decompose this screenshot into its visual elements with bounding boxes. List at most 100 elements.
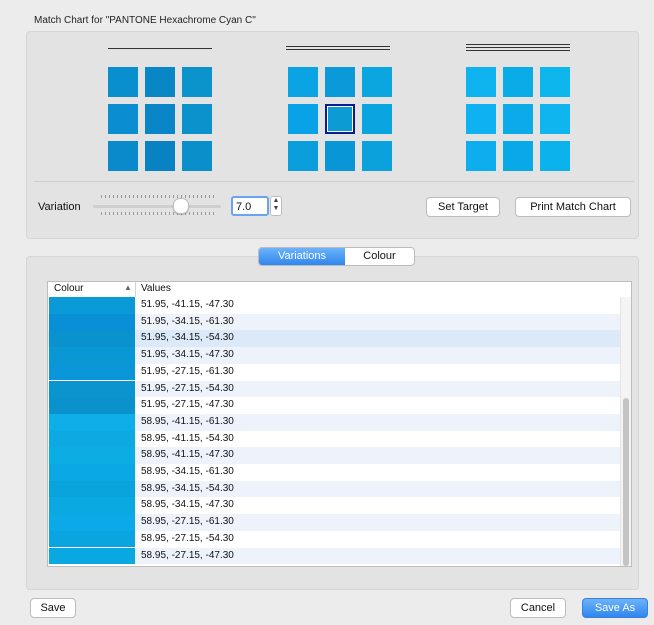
variation-swatch[interactable] bbox=[503, 67, 533, 97]
values-cell: 51.95, -34.15, -61.30 bbox=[141, 315, 234, 327]
column-header-values[interactable]: Values bbox=[141, 283, 171, 294]
save-as-button[interactable]: Save As bbox=[582, 598, 648, 618]
values-cell: 51.95, -41.15, -47.30 bbox=[141, 299, 234, 310]
colour-swatch-cell bbox=[49, 297, 135, 314]
colour-swatch-cell bbox=[49, 380, 135, 398]
sort-ascending-icon: ▲ bbox=[124, 283, 132, 292]
table-row[interactable]: 58.95, -41.15, -47.30 bbox=[48, 447, 620, 464]
column-divider bbox=[135, 282, 136, 297]
table-row[interactable]: 51.95, -27.15, -47.30 bbox=[48, 397, 620, 414]
variation-slider[interactable] bbox=[93, 205, 221, 208]
colour-swatch-cell bbox=[49, 497, 135, 515]
colour-swatch-cell bbox=[49, 547, 135, 565]
colour-swatch-cell bbox=[49, 514, 135, 531]
values-cell: 58.95, -34.15, -61.30 bbox=[141, 466, 234, 477]
variation-swatch[interactable] bbox=[325, 67, 355, 97]
chart-mid-lines bbox=[286, 46, 390, 52]
view-segmented-control[interactable]: Variations Colour bbox=[258, 247, 415, 266]
variation-swatch[interactable] bbox=[466, 67, 496, 97]
variation-label: Variation bbox=[38, 201, 81, 213]
variation-swatch[interactable] bbox=[325, 141, 355, 171]
table-row[interactable]: 58.95, -41.15, -61.30 bbox=[48, 413, 620, 431]
table-row[interactable]: 58.95, -34.15, -47.30 bbox=[48, 497, 620, 515]
page-title: Match Chart for "PANTONE Hexachrome Cyan… bbox=[34, 15, 256, 26]
save-button[interactable]: Save bbox=[30, 598, 76, 618]
variation-swatch[interactable] bbox=[540, 67, 570, 97]
target-swatch[interactable] bbox=[325, 104, 355, 134]
variation-stepper[interactable]: ▲ ▼ bbox=[270, 196, 282, 216]
colour-swatch-cell bbox=[49, 330, 135, 348]
variation-field[interactable]: 7.0 bbox=[231, 196, 269, 216]
variation-swatch[interactable] bbox=[540, 141, 570, 171]
variation-swatch[interactable] bbox=[503, 104, 533, 134]
variation-swatch[interactable] bbox=[466, 141, 496, 171]
values-cell: 51.95, -27.15, -47.30 bbox=[141, 399, 234, 411]
variation-swatch[interactable] bbox=[108, 141, 138, 171]
slider-ticks-bottom bbox=[101, 212, 217, 215]
variation-swatch[interactable] bbox=[182, 141, 212, 171]
variation-swatch[interactable] bbox=[362, 67, 392, 97]
values-cell: 58.95, -34.15, -54.30 bbox=[141, 482, 234, 494]
colour-swatch-cell bbox=[49, 464, 135, 481]
table-row[interactable]: 58.95, -27.15, -54.30 bbox=[48, 530, 620, 548]
values-cell: 58.95, -41.15, -47.30 bbox=[141, 449, 234, 461]
colour-swatch-cell bbox=[49, 347, 135, 364]
table-row[interactable]: 51.95, -34.15, -54.30 bbox=[48, 330, 620, 348]
values-cell: 51.95, -34.15, -54.30 bbox=[141, 332, 234, 344]
table-row[interactable]: 51.95, -27.15, -61.30 bbox=[48, 363, 620, 381]
slider-knob[interactable] bbox=[173, 198, 189, 214]
table-row[interactable]: 58.95, -34.15, -54.30 bbox=[48, 480, 620, 498]
colour-swatch-cell bbox=[49, 480, 135, 498]
variation-swatch[interactable] bbox=[108, 104, 138, 134]
values-cell: 58.95, -41.15, -54.30 bbox=[141, 432, 234, 444]
scrollbar-thumb[interactable] bbox=[623, 398, 629, 566]
variation-swatch[interactable] bbox=[362, 141, 392, 171]
panel-separator bbox=[34, 181, 634, 182]
tab-colour[interactable]: Colour bbox=[345, 248, 414, 265]
table-row[interactable]: 51.95, -27.15, -54.30 bbox=[48, 380, 620, 398]
variation-swatch[interactable] bbox=[108, 67, 138, 97]
table-row[interactable]: 58.95, -27.15, -47.30 bbox=[48, 547, 620, 565]
values-cell: 51.95, -27.15, -61.30 bbox=[141, 365, 234, 377]
variation-swatch[interactable] bbox=[288, 141, 318, 171]
variation-swatch[interactable] bbox=[145, 67, 175, 97]
column-header-colour[interactable]: Colour bbox=[54, 283, 83, 294]
values-cell: 51.95, -34.15, -47.30 bbox=[141, 349, 234, 361]
variation-swatch[interactable] bbox=[288, 104, 318, 134]
colour-swatch-cell bbox=[49, 413, 135, 431]
colour-swatch-cell bbox=[49, 363, 135, 381]
slider-ticks-top bbox=[101, 195, 217, 198]
table-header: Colour ▲ Values bbox=[48, 282, 631, 298]
colour-swatch-cell bbox=[49, 447, 135, 464]
chart-low-lines bbox=[108, 48, 212, 51]
values-cell: 51.95, -27.15, -54.30 bbox=[141, 382, 234, 394]
variation-swatch[interactable] bbox=[362, 104, 392, 134]
table-row[interactable]: 58.95, -27.15, -61.30 bbox=[48, 514, 620, 531]
print-match-chart-button[interactable]: Print Match Chart bbox=[515, 197, 631, 217]
variation-swatch[interactable] bbox=[145, 104, 175, 134]
cancel-button[interactable]: Cancel bbox=[510, 598, 566, 618]
variation-swatch[interactable] bbox=[503, 141, 533, 171]
set-target-button[interactable]: Set Target bbox=[426, 197, 500, 217]
colour-swatch-cell bbox=[49, 397, 135, 414]
variation-swatch[interactable] bbox=[288, 67, 318, 97]
table-row[interactable]: 51.95, -34.15, -47.30 bbox=[48, 347, 620, 364]
values-cell: 58.95, -27.15, -54.30 bbox=[141, 532, 234, 544]
colour-swatch-cell bbox=[49, 313, 135, 331]
values-cell: 58.95, -34.15, -47.30 bbox=[141, 499, 234, 511]
table-row[interactable]: 58.95, -34.15, -61.30 bbox=[48, 464, 620, 481]
variation-swatch[interactable] bbox=[182, 67, 212, 97]
table-row[interactable]: 51.95, -41.15, -47.30 bbox=[48, 297, 620, 314]
variation-swatch[interactable] bbox=[145, 141, 175, 171]
table-row[interactable]: 58.95, -41.15, -54.30 bbox=[48, 430, 620, 448]
tab-variations[interactable]: Variations bbox=[259, 248, 345, 265]
colour-swatch-cell bbox=[49, 430, 135, 448]
variation-swatch[interactable] bbox=[182, 104, 212, 134]
table-row[interactable]: 51.95, -34.15, -61.30 bbox=[48, 313, 620, 331]
values-cell: 58.95, -41.15, -61.30 bbox=[141, 415, 234, 427]
variations-table: Colour ▲ Values 51.95, -41.15, -47.30 51.… bbox=[47, 281, 632, 567]
values-cell: 58.95, -27.15, -47.30 bbox=[141, 549, 234, 561]
values-cell: 58.95, -27.15, -61.30 bbox=[141, 516, 234, 528]
variation-swatch[interactable] bbox=[540, 104, 570, 134]
variation-swatch[interactable] bbox=[466, 104, 496, 134]
